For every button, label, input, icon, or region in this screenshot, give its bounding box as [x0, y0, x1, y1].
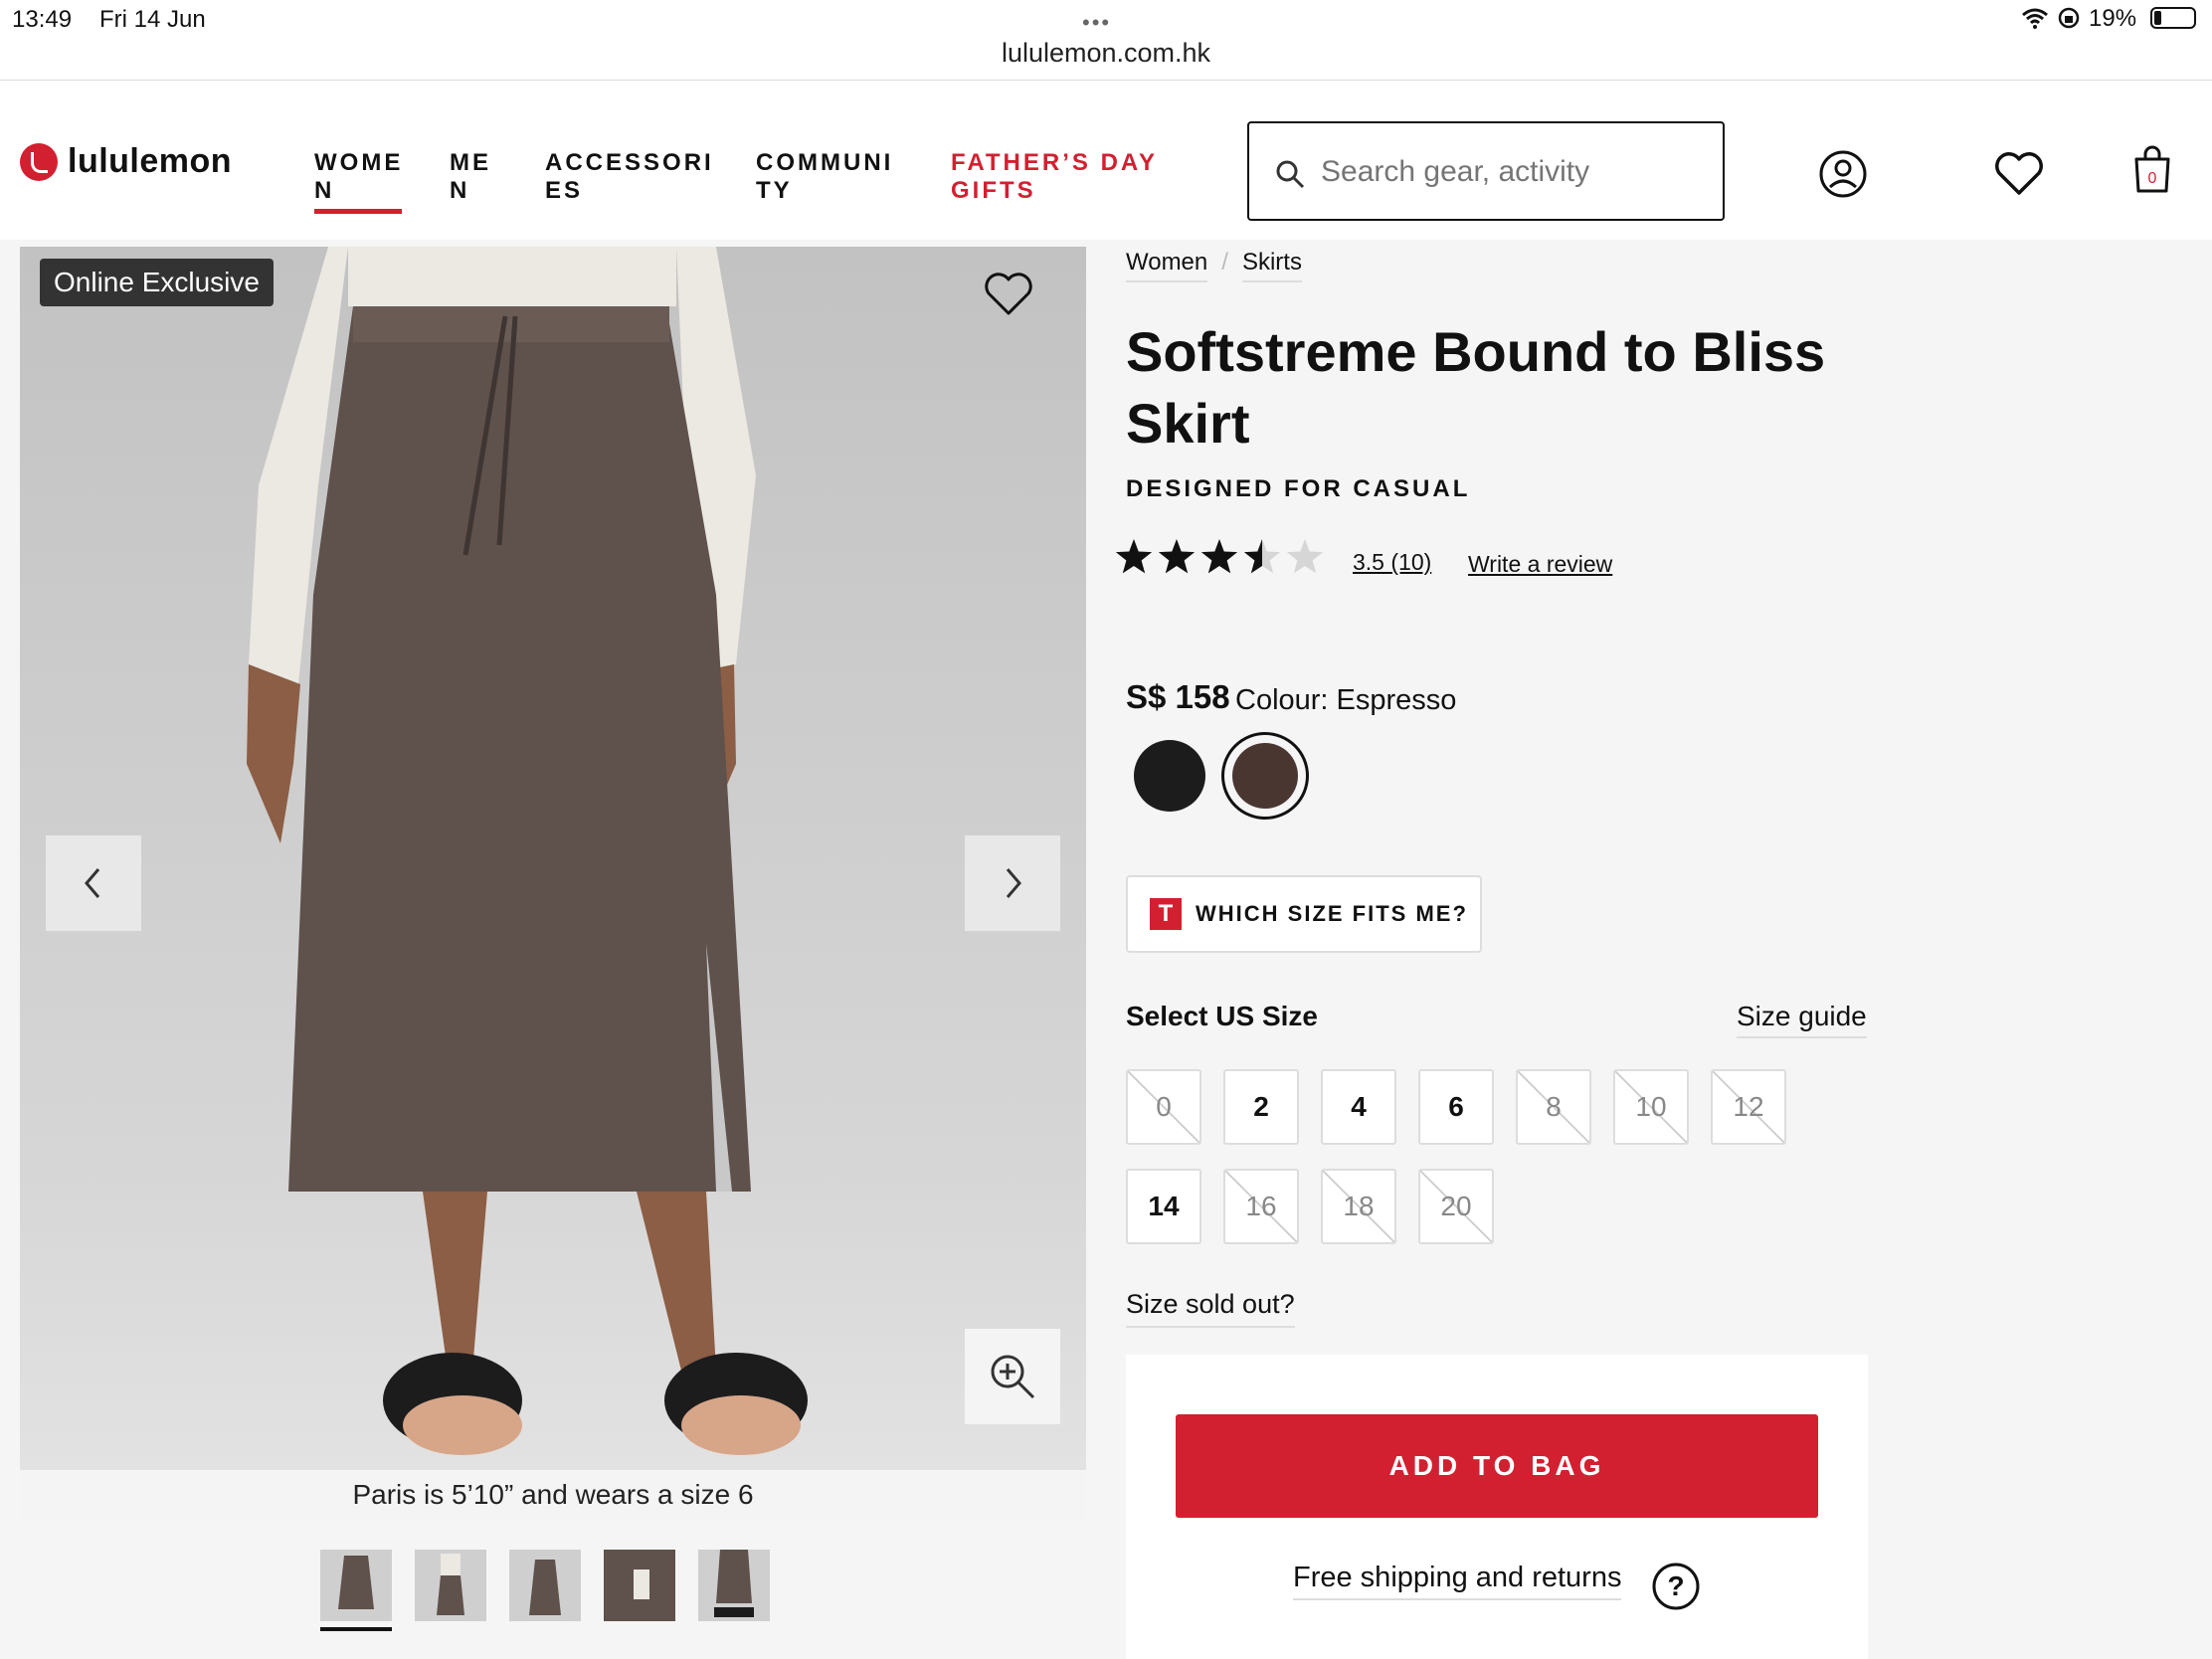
size-2[interactable]: 2	[1223, 1069, 1299, 1145]
star-empty-icon	[1286, 539, 1324, 574]
nav-accessories[interactable]: ACCESSORIES	[545, 149, 714, 205]
size-16[interactable]: 16	[1223, 1169, 1299, 1244]
model-caption: Paris is 5’10” and wears a size 6	[20, 1470, 1086, 1520]
write-review-link[interactable]: Write a review	[1468, 551, 1612, 578]
url-bar[interactable]: lululemon.com.hk	[0, 38, 2212, 69]
thumbnail-1[interactable]	[320, 1550, 392, 1621]
search-box[interactable]	[1247, 121, 1725, 221]
nav-active-underline	[314, 209, 402, 214]
thumbnail-3[interactable]	[509, 1550, 581, 1621]
product-gallery: Online Exclusive Paris is 5’10” and wear…	[20, 247, 1086, 1520]
star-full-icon	[1115, 539, 1153, 574]
previous-image-button[interactable]	[46, 835, 141, 931]
search-icon	[1276, 160, 1305, 189]
logo-text: lululemon	[68, 142, 233, 180]
free-shipping-link[interactable]: Free shipping and returns	[1293, 1562, 1622, 1600]
thumbnail-2[interactable]	[415, 1550, 486, 1621]
multitasking-dots[interactable]: •••	[1082, 10, 1111, 36]
lululemon-logo[interactable]: lululemon	[20, 142, 232, 181]
size-0[interactable]: 0	[1126, 1069, 1201, 1145]
size-label: 20	[1440, 1191, 1472, 1221]
zoom-button[interactable]	[965, 1329, 1060, 1424]
size-20[interactable]: 20	[1418, 1169, 1494, 1244]
rating-value[interactable]: 3.5 (10)	[1353, 549, 1431, 576]
size-heading: Select US Size	[1126, 1001, 1318, 1031]
image-wishlist-heart-icon[interactable]	[983, 271, 1034, 318]
size-14[interactable]: 14	[1126, 1169, 1201, 1244]
size-label: 10	[1635, 1091, 1667, 1122]
size-guide-link[interactable]: Size guide	[1737, 1001, 1867, 1038]
review-count: (10)	[1390, 549, 1432, 575]
status-date: Fri 14 Jun	[99, 6, 206, 33]
size-label: 0	[1156, 1091, 1172, 1122]
size-label: 14	[1148, 1191, 1180, 1221]
breadcrumb-skirts[interactable]: Skirts	[1241, 249, 1302, 282]
size-4[interactable]: 4	[1321, 1069, 1396, 1145]
size-18[interactable]: 18	[1321, 1169, 1396, 1244]
truefit-logo-icon: T	[1150, 898, 1182, 930]
price: S$ 158	[1126, 678, 1230, 715]
bag-icon[interactable]: 0	[2132, 145, 2172, 195]
size-12[interactable]: 12	[1711, 1069, 1786, 1145]
size-sold-out-link[interactable]: Size sold out?	[1126, 1289, 1295, 1328]
breadcrumb: Women / Skirts	[1126, 249, 1302, 282]
size-label: 4	[1351, 1091, 1367, 1122]
swatch-espresso-selected[interactable]	[1221, 732, 1309, 820]
chevron-left-icon	[85, 868, 100, 898]
nav-men[interactable]: MEN	[450, 149, 499, 205]
question-icon[interactable]: ?	[1651, 1562, 1701, 1611]
search-input[interactable]	[1319, 143, 1711, 201]
size-6[interactable]: 6	[1418, 1069, 1494, 1145]
size-label: 18	[1343, 1191, 1375, 1221]
heart-icon[interactable]	[1993, 151, 2045, 197]
fit-button-label: WHICH SIZE FITS ME?	[1196, 901, 1468, 926]
selected-thumbnail-indicator	[320, 1627, 392, 1631]
size-label: 16	[1245, 1191, 1277, 1221]
wifi-icon	[2022, 8, 2048, 29]
rating-stars[interactable]	[1114, 537, 1329, 577]
size-10[interactable]: 10	[1613, 1069, 1689, 1145]
colour-label: Colour: Espresso	[1235, 684, 1457, 716]
swatch-black[interactable]	[1134, 740, 1205, 812]
size-8[interactable]: 8	[1516, 1069, 1591, 1145]
account-icon[interactable]	[1818, 149, 1868, 199]
size-label: 6	[1448, 1091, 1464, 1122]
star-full-icon	[1200, 539, 1238, 574]
thumbnail-4[interactable]	[604, 1550, 675, 1621]
lululemon-logo-icon	[20, 142, 58, 181]
nav-community[interactable]: COMMUNITY	[756, 149, 905, 205]
size-label: 8	[1546, 1091, 1562, 1122]
rating-number: 3.5	[1353, 549, 1384, 575]
svg-text:?: ?	[1667, 1570, 1684, 1601]
chevron-right-icon	[1006, 868, 1021, 898]
nav-women[interactable]: WOMEN	[314, 149, 404, 205]
battery-icon	[2150, 7, 2196, 29]
breadcrumb-separator: /	[1221, 249, 1228, 276]
which-size-fits-button[interactable]: T WHICH SIZE FITS ME?	[1126, 875, 1482, 953]
size-label: 2	[1253, 1091, 1269, 1122]
zoom-in-icon	[991, 1355, 1035, 1399]
nav-fathers-day-gifts[interactable]: FATHER’S DAY GIFTS	[951, 149, 1170, 205]
star-full-icon	[1158, 539, 1196, 574]
add-to-bag-button[interactable]: ADD TO BAG	[1176, 1414, 1818, 1518]
next-image-button[interactable]	[965, 835, 1060, 931]
product-image[interactable]	[20, 247, 1086, 1470]
breadcrumb-women[interactable]: Women	[1126, 249, 1208, 282]
size-label: 12	[1733, 1091, 1764, 1122]
online-exclusive-badge: Online Exclusive	[40, 259, 274, 306]
battery-percent: 19%	[2089, 5, 2137, 32]
swatch-espresso	[1232, 743, 1298, 809]
bag-count: 0	[2148, 170, 2157, 187]
product-title: Softstreme Bound to Bliss Skirt	[1126, 320, 1826, 455]
status-time: 13:49	[12, 6, 73, 33]
add-to-bag-panel: ADD TO BAG Free shipping and returns ?	[1126, 1355, 1868, 1659]
battery-level	[2154, 11, 2161, 25]
thumbnail-5[interactable]	[698, 1550, 770, 1621]
product-subtitle: DESIGNED FOR CASUAL	[1126, 475, 1471, 502]
orientation-lock-icon	[2058, 7, 2080, 29]
